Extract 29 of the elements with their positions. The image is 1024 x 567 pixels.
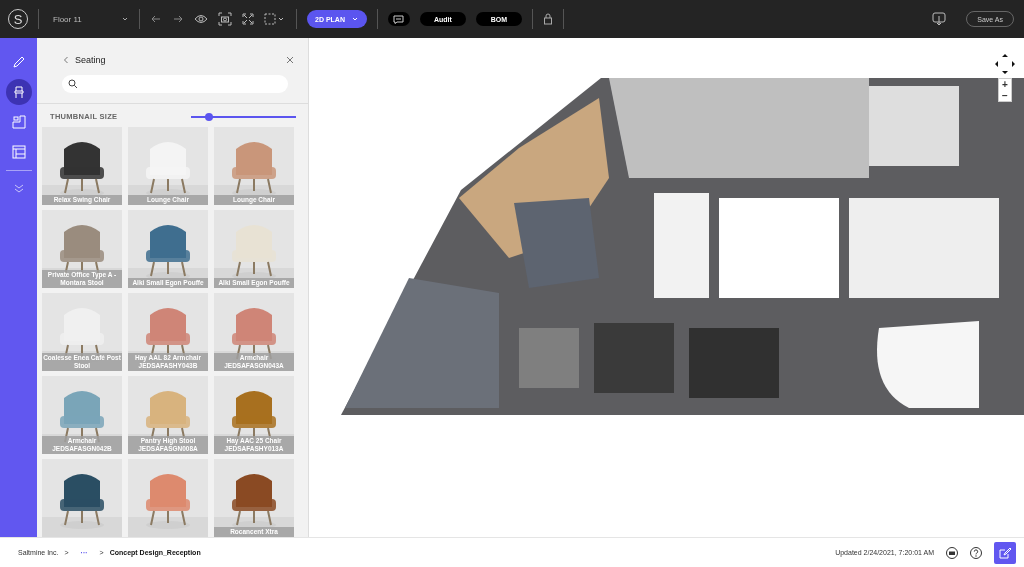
fit-screen-icon[interactable]	[242, 13, 254, 25]
slider-thumb[interactable]	[204, 112, 213, 121]
close-icon[interactable]	[286, 55, 294, 64]
edit-icon[interactable]	[999, 546, 1011, 559]
pencil-icon[interactable]	[10, 54, 27, 70]
comment-icon[interactable]	[393, 14, 405, 24]
eye-icon[interactable]	[194, 13, 208, 25]
thumbnail-size-slider[interactable]	[191, 115, 296, 118]
search-icon[interactable]	[68, 79, 78, 90]
selection-icon[interactable]	[264, 13, 286, 25]
panel-title: Seating	[75, 54, 107, 65]
edit-button[interactable]	[994, 541, 1016, 564]
lock-icon[interactable]	[542, 13, 553, 25]
undo-icon[interactable]	[150, 13, 162, 25]
help-icon[interactable]	[970, 546, 982, 559]
zoom-in-button[interactable]: +	[999, 79, 1011, 90]
search-field[interactable]	[62, 75, 288, 94]
caret-icon[interactable]	[121, 15, 129, 23]
caret-icon[interactable]	[350, 15, 359, 23]
rail-button[interactable]	[5, 79, 32, 105]
camera-icon[interactable]	[218, 12, 232, 26]
floor-dropdown[interactable]: Floor 11	[49, 14, 129, 24]
redo-icon[interactable]	[172, 13, 184, 25]
download-icon[interactable]	[932, 12, 947, 26]
layout-icon[interactable]	[10, 144, 27, 160]
printer-icon[interactable]	[946, 546, 958, 559]
rooms-icon[interactable]	[10, 114, 27, 130]
pan-arrows-icon[interactable]	[994, 53, 1016, 75]
comment-button[interactable]	[387, 12, 410, 26]
